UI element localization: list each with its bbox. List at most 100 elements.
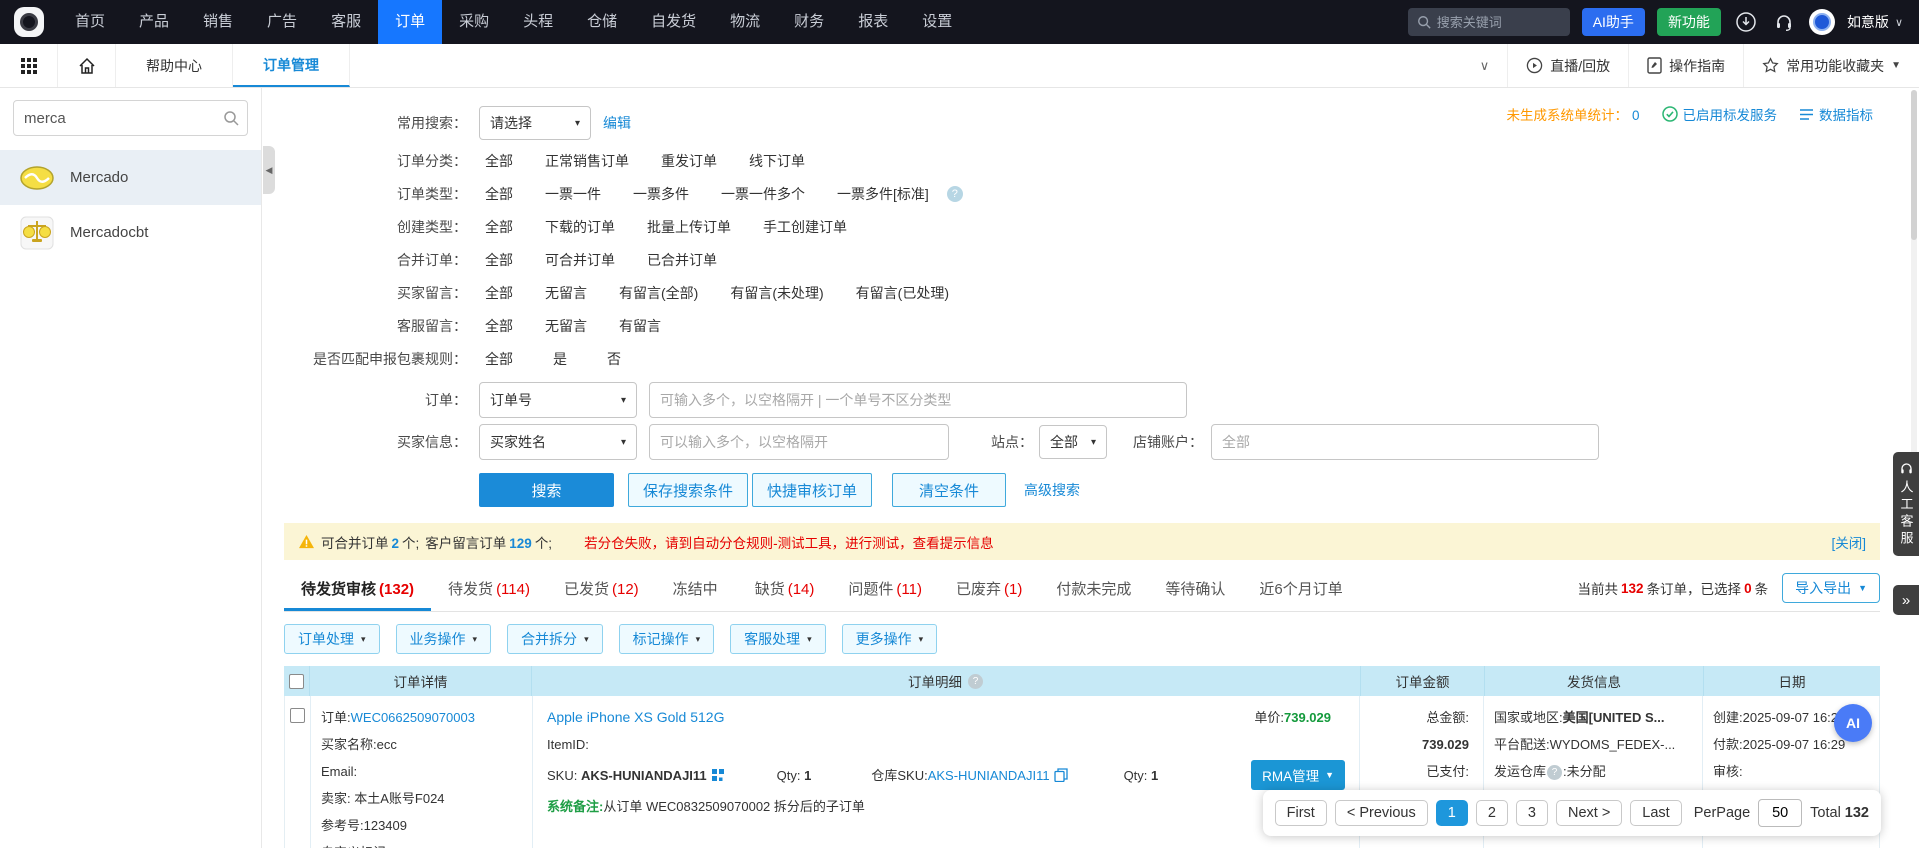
filter-option[interactable]: 有留言(未处理) [730,283,823,303]
tab-unpaid[interactable]: 付款未完成 [1039,578,1148,611]
filter-option[interactable]: 全部 [485,349,513,369]
shop-search[interactable] [13,100,248,136]
merge-split-menu[interactable]: 合并拆分 ▾ [507,624,603,654]
tab-pending-audit[interactable]: 待发货审核 (132) [284,578,432,611]
nav-item-ads[interactable]: 广告 [250,0,314,44]
filter-option[interactable]: 已合并订单 [647,250,717,270]
uncreated-orders-stat[interactable]: 未生成系统单统计： 0 [1506,104,1639,124]
more-ops-menu[interactable]: 更多操作 ▾ [841,624,938,654]
page-prev-button[interactable]: < Previous [1334,800,1428,826]
filter-option[interactable]: 正常销售订单 [545,151,629,171]
filter-option[interactable]: 全部 [485,316,513,336]
clear-conditions-button[interactable]: 清空条件 [892,473,1007,507]
tab-help-center[interactable]: 帮助中心 [116,44,233,87]
filter-option[interactable]: 批量上传订单 [647,217,731,237]
new-feature-button[interactable]: 新功能 [1656,8,1721,36]
tab-discarded[interactable]: 已废弃 (1) [939,578,1039,611]
nav-item-purchase[interactable]: 采购 [442,0,506,44]
notice-alert-text[interactable]: 若分仓失败，请到自动分仓规则-测试工具，进行测试，查看提示信息 [584,532,994,552]
buyer-input[interactable] [649,424,949,460]
help-icon[interactable]: ? [968,673,983,689]
page-first-button[interactable]: First [1274,800,1327,826]
save-search-button[interactable]: 保存搜索条件 [628,473,749,507]
filter-option[interactable]: 手工创建订单 [763,217,847,237]
filter-option[interactable]: 是 [553,349,567,369]
shop-search-input[interactable] [24,109,223,127]
tab-frozen[interactable]: 冻结中 [656,578,738,611]
sidebar-item-mercado[interactable]: Mercado [0,150,261,205]
edit-common-search-link[interactable]: 编辑 [603,113,631,133]
home-icon[interactable] [58,44,116,87]
rma-manage-button[interactable]: RMA管理 ▼ [1251,760,1345,790]
help-icon[interactable]: ? [946,185,963,202]
download-icon[interactable] [1733,9,1759,35]
search-button[interactable]: 搜索 [479,473,614,507]
notice-close-link[interactable]: [关闭] [1831,532,1866,552]
expand-panel-button[interactable]: » [1893,585,1919,615]
tab-to-ship[interactable]: 待发货 (114) [431,578,547,611]
human-service-tab[interactable]: 人工客服 [1893,452,1919,556]
quick-audit-button[interactable]: 快捷审核订单 [752,473,873,507]
filter-option[interactable]: 线下订单 [749,151,805,171]
global-search[interactable] [1407,8,1570,36]
advanced-search-link[interactable]: 高级搜索 [1024,480,1080,500]
version-menu[interactable]: 如意版 ∨ [1847,12,1903,32]
headset-icon[interactable] [1771,9,1797,35]
filter-option[interactable]: 全部 [485,151,513,171]
apps-grid-icon[interactable] [0,44,58,87]
filter-option[interactable]: 有留言 [619,316,661,336]
filter-option[interactable]: 重发订单 [661,151,717,171]
ai-fab-button[interactable]: AI [1834,704,1872,742]
filter-option[interactable]: 无留言 [545,316,587,336]
order-number-type-select[interactable]: 订单号 ▾ [479,382,637,418]
filter-option[interactable]: 无留言 [545,283,587,303]
label-service-status[interactable]: 已启用标发服务 [1661,104,1777,124]
product-link[interactable]: Apple iPhone XS Gold 512G [547,704,724,731]
chevron-down-icon[interactable]: ∨ [1462,44,1508,87]
scrollbar-thumb[interactable] [1911,90,1917,240]
filter-option[interactable]: 全部 [485,217,513,237]
nav-item-logistics[interactable]: 物流 [713,0,777,44]
buyer-field-select[interactable]: 买家姓名 ▾ [479,424,637,460]
mark-ops-menu[interactable]: 标记操作 ▾ [618,624,715,654]
nav-item-settings[interactable]: 设置 [905,0,969,44]
select-all-checkbox[interactable] [289,673,304,689]
filter-option[interactable]: 一票一件 [545,184,601,204]
import-export-button[interactable]: 导入导出 ▼ [1782,573,1880,603]
tab-out-of-stock[interactable]: 缺货 (14) [738,578,832,611]
page-next-button[interactable]: Next > [1555,800,1623,826]
page-last-button[interactable]: Last [1630,800,1682,826]
tab-shipped[interactable]: 已发货 (12) [547,578,656,611]
filter-option[interactable]: 有留言(已处理) [856,283,949,303]
order-number-input[interactable] [649,382,1187,418]
nav-item-orders[interactable]: 订单 [378,0,443,44]
filter-option[interactable]: 一票一件多个 [721,184,805,204]
nav-item-home[interactable]: 首页 [58,0,122,44]
perpage-input[interactable] [1758,799,1803,827]
nav-item-firstleg[interactable]: 头程 [506,0,570,44]
nav-item-service[interactable]: 客服 [314,0,378,44]
ai-assistant-button[interactable]: AI助手 [1581,8,1645,36]
shop-account-input[interactable] [1211,424,1599,460]
business-ops-menu[interactable]: 业务操作 ▾ [395,624,492,654]
nav-item-sales[interactable]: 销售 [186,0,250,44]
nav-item-finance[interactable]: 财务 [777,0,841,44]
sku-grid-icon[interactable] [711,768,725,782]
data-metrics-button[interactable]: 数据指标 [1799,104,1873,124]
nav-item-warehouse[interactable]: 仓储 [570,0,634,44]
favorites-button[interactable]: 常用功能收藏夹 ▼ [1743,44,1919,87]
tab-awaiting-confirm[interactable]: 等待确认 [1148,578,1242,611]
help-icon[interactable]: ? [1547,765,1563,780]
filter-option[interactable]: 全部 [485,184,513,204]
filter-option[interactable]: 否 [607,349,621,369]
nav-item-reports[interactable]: 报表 [841,0,905,44]
order-process-menu[interactable]: 订单处理 ▾ [284,624,380,654]
filter-option[interactable]: 下载的订单 [545,217,615,237]
tab-order-management[interactable]: 订单管理 [233,44,350,87]
page-3-button[interactable]: 3 [1515,800,1548,826]
customer-service-menu[interactable]: 客服处理 ▾ [730,624,826,654]
avatar[interactable] [1808,9,1835,35]
row-checkbox[interactable] [290,708,305,723]
filter-option[interactable]: 全部 [485,250,513,270]
sidebar-item-mercadocbt[interactable]: Mercadocbt [0,205,261,260]
